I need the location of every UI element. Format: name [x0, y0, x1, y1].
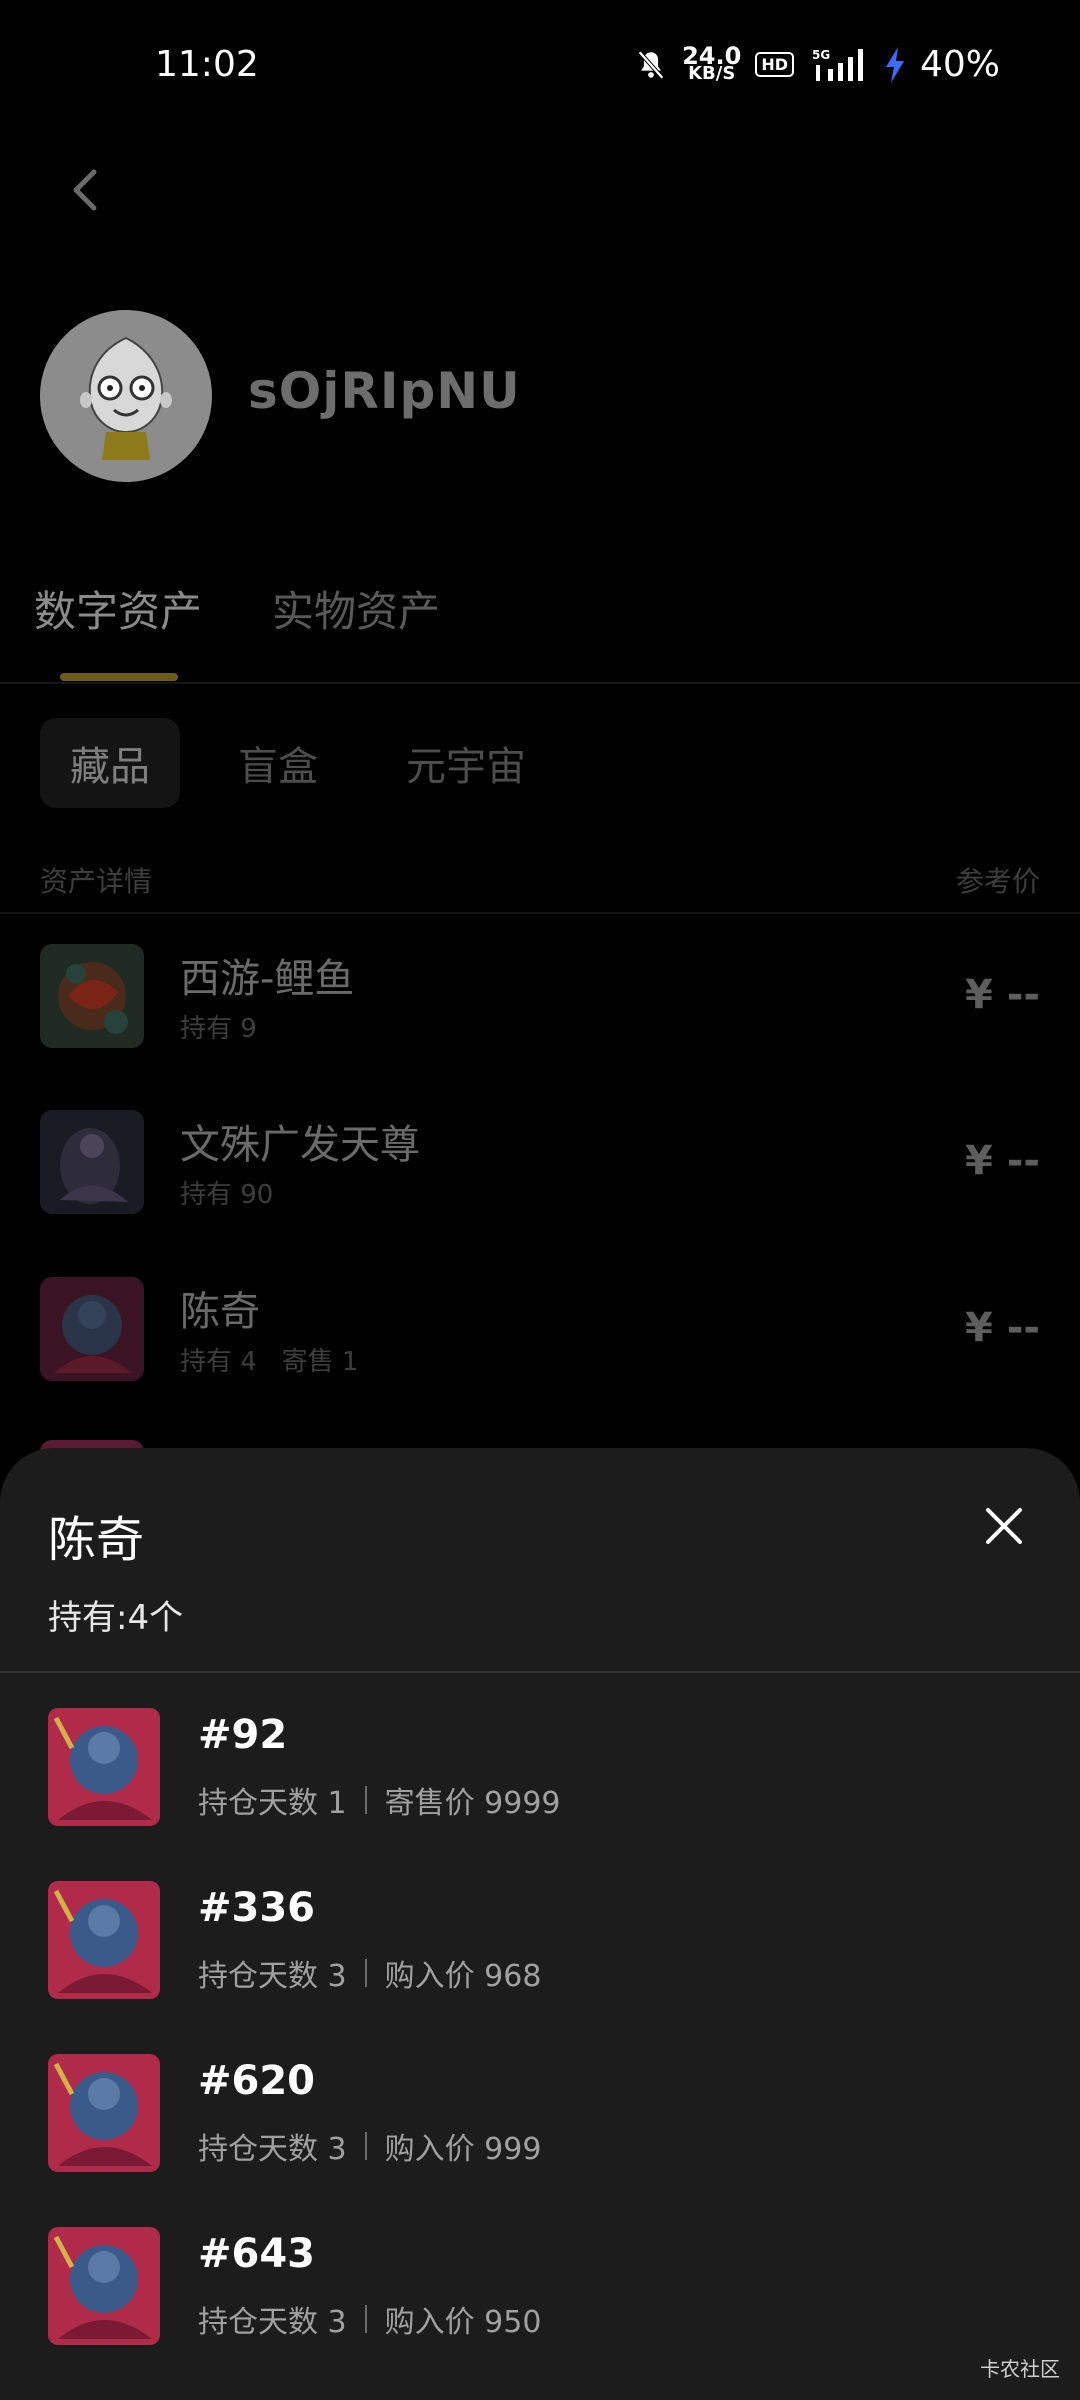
asset-name: 陈奇: [180, 1289, 260, 1335]
holding-item[interactable]: #643 持仓天数 3 购入价 950: [48, 2227, 1048, 2345]
item-price: 购入价 950: [384, 2305, 542, 2340]
back-button[interactable]: [60, 160, 110, 220]
status-bar: 11:02 24.0 KB/S HD 5G 40%: [0, 0, 1080, 130]
asset-thumbnail: [40, 1110, 144, 1214]
tab-digital-assets[interactable]: 数字资产: [34, 578, 202, 639]
speed-unit: KB/S: [688, 62, 736, 84]
asset-row[interactable]: 陈奇 持有 4 寄售 1 ¥ --: [40, 1277, 1040, 1381]
warrior-art-icon: [48, 2054, 160, 2172]
item-holding-days: 持仓天数 3: [198, 2305, 347, 2340]
meta-separator: [364, 2132, 367, 2160]
sheet-divider: [0, 1671, 1080, 1673]
status-time: 11:02: [155, 44, 259, 85]
meta-separator: [364, 2305, 367, 2333]
meta-separator: [364, 1959, 367, 1987]
warrior-art-icon: [40, 1277, 144, 1381]
asset-row[interactable]: 西游-鲤鱼 持有 9 ¥ --: [40, 944, 1040, 1048]
warrior-art-icon: [48, 1708, 160, 1826]
chevron-left-icon: [73, 169, 97, 211]
item-meta: 持仓天数 3 购入价 950: [198, 2297, 541, 2341]
asset-row[interactable]: 文殊广发天尊 持有 90 ¥ --: [40, 1110, 1040, 1214]
item-meta: 持仓天数 3 购入价 968: [198, 1951, 541, 1995]
signal-icon: 5G: [808, 47, 870, 83]
warrior-art-icon: [48, 2227, 160, 2345]
warrior-art-icon: [48, 1881, 160, 1999]
battery-level: 40%: [919, 44, 1000, 85]
hd-badge: HD: [755, 52, 794, 77]
subtab-collectibles[interactable]: 藏品: [40, 718, 180, 808]
asset-name: 西游-鲤鱼: [180, 956, 355, 1002]
active-tab-indicator: [60, 673, 178, 681]
tab-physical-assets[interactable]: 实物资产: [272, 578, 440, 639]
item-thumbnail: [48, 1708, 160, 1826]
list-divider: [0, 912, 1080, 914]
avatar[interactable]: [40, 310, 212, 482]
item-meta: 持仓天数 1 寄售价 9999: [198, 1778, 561, 1822]
asset-holding: 持有 9: [180, 1014, 257, 1044]
item-thumbnail: [48, 1881, 160, 1999]
item-thumbnail: [48, 2054, 160, 2172]
holding-item[interactable]: #336 持仓天数 3 购入价 968: [48, 1881, 1048, 1999]
charging-bolt-icon: [884, 46, 906, 83]
meta-separator: [364, 1786, 367, 1814]
asset-thumbnail: [40, 944, 144, 1048]
asset-holding: 持有 4 寄售 1: [180, 1347, 359, 1377]
item-number: #620: [198, 2058, 316, 2104]
subtab-blind-box[interactable]: 盲盒: [208, 718, 348, 808]
asset-price: ¥ --: [965, 972, 1040, 1018]
tab-divider: [0, 682, 1080, 684]
list-header-detail: 资产详情: [40, 865, 153, 898]
item-number: #643: [198, 2231, 316, 2277]
subtab-metaverse[interactable]: 元宇宙: [376, 718, 556, 808]
item-price: 购入价 999: [384, 2132, 542, 2167]
asset-holding: 持有 90: [180, 1180, 274, 1210]
item-thumbnail: [48, 2227, 160, 2345]
carp-art-icon: [40, 944, 144, 1048]
list-header: 资产详情 参考价: [40, 860, 1040, 900]
holding-item[interactable]: #620 持仓天数 3 购入价 999: [48, 2054, 1048, 2172]
item-meta: 持仓天数 3 购入价 999: [198, 2124, 541, 2168]
main-tabs: 数字资产 实物资产: [34, 578, 440, 639]
sub-tabs: 藏品 盲盒 元宇宙: [40, 718, 556, 808]
asset-name: 文殊广发天尊: [180, 1122, 420, 1168]
status-icons: 24.0 KB/S HD 5G 40%: [634, 44, 1000, 85]
mute-bell-icon: [634, 48, 668, 82]
sheet-title: 陈奇: [48, 1512, 145, 1568]
asset-price: ¥ --: [965, 1305, 1040, 1351]
close-icon: [986, 1508, 1022, 1544]
item-holding-days: 持仓天数 3: [198, 2132, 347, 2167]
holding-item[interactable]: #92 持仓天数 1 寄售价 9999: [48, 1708, 1048, 1826]
asset-price: ¥ --: [965, 1138, 1040, 1184]
holdings-bottom-sheet: 陈奇 持有:4个 #92 持仓天数 1 寄售价 9999 #336 持仓天数 3…: [0, 1448, 1080, 2400]
network-speed: 24.0 KB/S: [682, 44, 741, 84]
cartoon-avatar-icon: [40, 310, 212, 482]
watermark: 卡农社区: [980, 2357, 1060, 2381]
item-holding-days: 持仓天数 3: [198, 1959, 347, 1994]
item-price: 寄售价 9999: [384, 1786, 561, 1821]
list-header-price: 参考价: [955, 865, 1040, 898]
svg-text:5G: 5G: [812, 48, 830, 62]
username: sOjRIpNU: [248, 362, 521, 420]
item-number: #92: [198, 1712, 288, 1758]
item-holding-days: 持仓天数 1: [198, 1786, 347, 1821]
holding-count: 持有:4个: [48, 1598, 184, 1638]
item-price: 购入价 968: [384, 1959, 542, 1994]
deity-art-icon: [40, 1110, 144, 1214]
item-number: #336: [198, 1885, 316, 1931]
asset-thumbnail: [40, 1277, 144, 1381]
close-button[interactable]: [982, 1504, 1026, 1548]
